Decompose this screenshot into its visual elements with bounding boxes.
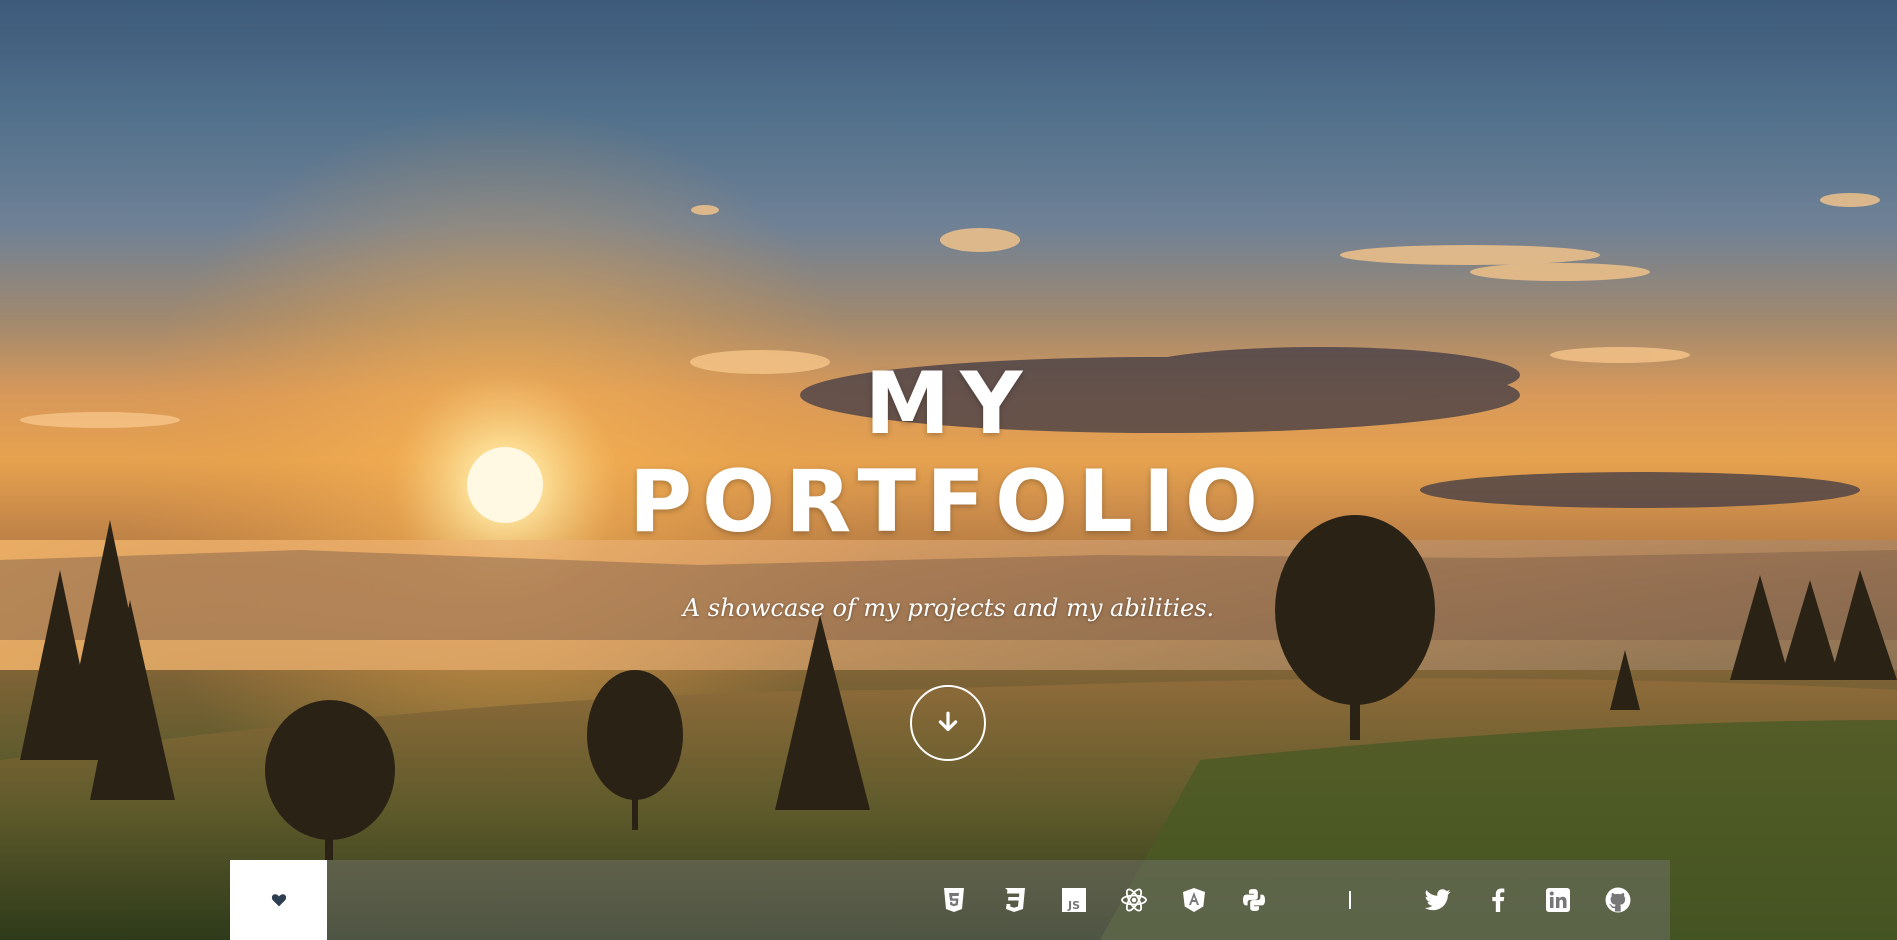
javascript-icon: JS [1057, 883, 1091, 917]
github-icon[interactable] [1601, 883, 1635, 917]
angular-icon [1177, 883, 1211, 917]
hero-title-line1: MY [864, 354, 1033, 454]
scroll-down-button[interactable] [910, 685, 986, 761]
hero-section: MY PORTFOLIO A showcase of my projects a… [0, 0, 1897, 940]
linkedin-icon[interactable] [1541, 883, 1575, 917]
arrow-down-icon [938, 711, 958, 732]
footer-divider [1349, 891, 1351, 909]
hero-subtitle: A showcase of my projects and my abiliti… [682, 594, 1215, 622]
footer-icon-row: JS [937, 860, 1661, 940]
facebook-icon[interactable] [1481, 883, 1515, 917]
react-icon [1117, 883, 1151, 917]
svg-text:JS: JS [1067, 899, 1080, 912]
footer-bar: JS [230, 860, 1670, 940]
hero-title-line2: PORTFOLIO [629, 452, 1268, 552]
twitter-icon[interactable] [1421, 883, 1455, 917]
heart-icon [271, 894, 286, 907]
css3-icon [997, 883, 1031, 917]
html5-icon [937, 883, 971, 917]
python-icon [1237, 883, 1271, 917]
hero-title: MY PORTFOLIO [0, 355, 1897, 551]
heart-box [230, 860, 327, 940]
